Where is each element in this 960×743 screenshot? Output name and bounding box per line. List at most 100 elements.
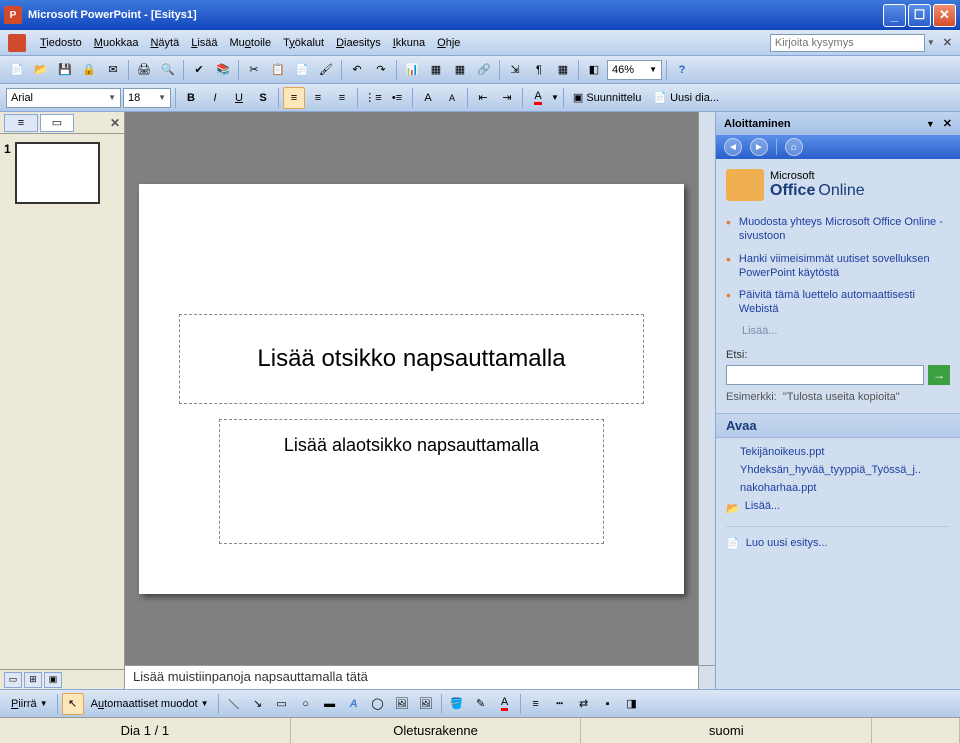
bullets-button[interactable]: •≡: [386, 87, 408, 109]
bold-button[interactable]: B: [180, 87, 202, 109]
align-left-button[interactable]: ≡: [283, 87, 305, 109]
autoshapes-menu[interactable]: Automaattiset muodot▼: [86, 696, 214, 712]
open-button[interactable]: 📂: [30, 59, 52, 81]
task-menu-button[interactable]: ▼: [926, 119, 935, 129]
arrow-style-button[interactable]: ⇄: [573, 693, 595, 715]
font-combo[interactable]: Arial▼: [6, 88, 121, 108]
minimize-button[interactable]: _: [883, 4, 906, 27]
format-painter-button[interactable]: 🖌: [315, 59, 337, 81]
font-color-button[interactable]: A: [527, 87, 549, 109]
expand-button[interactable]: ⇲: [504, 59, 526, 81]
draw-menu[interactable]: Piirrä▼: [6, 696, 53, 712]
color-button[interactable]: ◧: [583, 59, 605, 81]
recent-file-link[interactable]: Yhdeksän_hyvää_tyyppiä_Työssä_j..: [740, 464, 950, 476]
shadow-button[interactable]: S: [252, 87, 274, 109]
rectangle-button[interactable]: ▭: [271, 693, 293, 715]
redo-button[interactable]: ↷: [370, 59, 392, 81]
font-color-menu[interactable]: ▼: [551, 93, 559, 102]
underline-button[interactable]: U: [228, 87, 250, 109]
status-language[interactable]: suomi: [581, 718, 872, 743]
help-search-input[interactable]: [770, 34, 925, 52]
close-pane-button[interactable]: ✕: [110, 116, 120, 130]
font-size-combo[interactable]: 18▼: [123, 88, 171, 108]
recent-file-link[interactable]: Tekijänoikeus.ppt: [740, 446, 950, 458]
normal-view-button[interactable]: ▭: [4, 672, 22, 688]
mdi-close-button[interactable]: ✕: [943, 36, 952, 49]
menu-slideshow[interactable]: Diaesitys: [330, 35, 387, 51]
title-placeholder[interactable]: Lisää otsikko napsauttamalla: [179, 314, 644, 404]
select-button[interactable]: ↖: [62, 693, 84, 715]
task-home-button[interactable]: ⌂: [785, 138, 803, 156]
vertical-scrollbar[interactable]: [698, 112, 715, 665]
numbering-button[interactable]: ⋮≡: [362, 87, 384, 109]
help-button[interactable]: ?: [671, 59, 693, 81]
italic-button[interactable]: I: [204, 87, 226, 109]
recent-more-link[interactable]: 📂Lisää...: [726, 500, 950, 518]
sorter-view-button[interactable]: ⊞: [24, 672, 42, 688]
show-formatting-button[interactable]: ¶: [528, 59, 550, 81]
task-forward-button[interactable]: ►: [750, 138, 768, 156]
cut-button[interactable]: ✂: [243, 59, 265, 81]
tab-outline[interactable]: ≡: [4, 114, 38, 132]
save-button[interactable]: 💾: [54, 59, 76, 81]
menu-format[interactable]: Muotoile: [224, 35, 278, 51]
menu-view[interactable]: Näytä: [144, 35, 185, 51]
shadow-draw-button[interactable]: ▪: [597, 693, 619, 715]
search-go-button[interactable]: →: [928, 365, 950, 385]
increase-font-button[interactable]: A: [417, 87, 439, 109]
office-more-link[interactable]: Lisää...: [742, 325, 950, 337]
increase-indent-button[interactable]: ⇥: [496, 87, 518, 109]
notes-scrollbar[interactable]: [698, 665, 715, 689]
table-button[interactable]: ▦: [425, 59, 447, 81]
decrease-indent-button[interactable]: ⇤: [472, 87, 494, 109]
3d-button[interactable]: ◨: [621, 693, 643, 715]
menu-insert[interactable]: Lisää: [185, 35, 223, 51]
new-slide-button[interactable]: 📄Uusi dia...: [648, 89, 724, 106]
print-button[interactable]: 🖨: [133, 59, 155, 81]
office-link[interactable]: Hanki viimeisimmät uutiset sovelluksen P…: [726, 252, 950, 281]
help-dropdown-icon[interactable]: ▼: [927, 38, 935, 47]
menu-file[interactable]: Tiedosto: [34, 35, 88, 51]
fill-color-button[interactable]: 🪣: [446, 693, 468, 715]
recent-file-link[interactable]: nakoharhaa.ppt: [740, 482, 950, 494]
slideshow-view-button[interactable]: ▣: [44, 672, 62, 688]
close-button[interactable]: ✕: [933, 4, 956, 27]
line-button[interactable]: ＼: [223, 693, 245, 715]
research-button[interactable]: 📚: [212, 59, 234, 81]
dash-style-button[interactable]: ┅: [549, 693, 571, 715]
diagram-button[interactable]: ◯: [367, 693, 389, 715]
grid-button[interactable]: ▦: [552, 59, 574, 81]
close-task-pane-button[interactable]: ✕: [943, 117, 952, 130]
font-color-draw-button[interactable]: A: [494, 693, 516, 715]
wordart-button[interactable]: A: [343, 693, 365, 715]
notes-pane[interactable]: Lisää muistiinpanoja napsauttamalla tätä: [125, 665, 698, 689]
paste-button[interactable]: 📄: [291, 59, 313, 81]
menu-edit[interactable]: Muokkaa: [88, 35, 145, 51]
slide-canvas-area[interactable]: Lisää otsikko napsauttamalla Lisää alaot…: [125, 112, 698, 665]
undo-button[interactable]: ↶: [346, 59, 368, 81]
menu-tools[interactable]: Työkalut: [277, 35, 330, 51]
slide-thumbnail[interactable]: [15, 142, 100, 204]
copy-button[interactable]: 📋: [267, 59, 289, 81]
maximize-button[interactable]: ☐: [908, 4, 931, 27]
tab-slides[interactable]: ▭: [40, 114, 74, 132]
menu-window[interactable]: Ikkuna: [387, 35, 431, 51]
task-search-input[interactable]: [726, 365, 924, 385]
task-back-button[interactable]: ◄: [724, 138, 742, 156]
align-center-button[interactable]: ≡: [307, 87, 329, 109]
align-right-button[interactable]: ≡: [331, 87, 353, 109]
office-link[interactable]: Muodosta yhteys Microsoft Office Online …: [726, 215, 950, 244]
chart-button[interactable]: 📊: [401, 59, 423, 81]
arrow-button[interactable]: ↘: [247, 693, 269, 715]
hyperlink-button[interactable]: 🔗: [473, 59, 495, 81]
spell-button[interactable]: ✔: [188, 59, 210, 81]
textbox-button[interactable]: ▬: [319, 693, 341, 715]
picture-button[interactable]: 🖼: [415, 693, 437, 715]
thumbnail-item[interactable]: 1: [4, 142, 120, 204]
permission-button[interactable]: 🔒: [78, 59, 100, 81]
line-color-button[interactable]: ✎: [470, 693, 492, 715]
tables-borders-button[interactable]: ▦: [449, 59, 471, 81]
decrease-font-button[interactable]: A: [441, 87, 463, 109]
design-button[interactable]: ▣Suunnittelu: [568, 89, 646, 106]
line-style-button[interactable]: ≡: [525, 693, 547, 715]
